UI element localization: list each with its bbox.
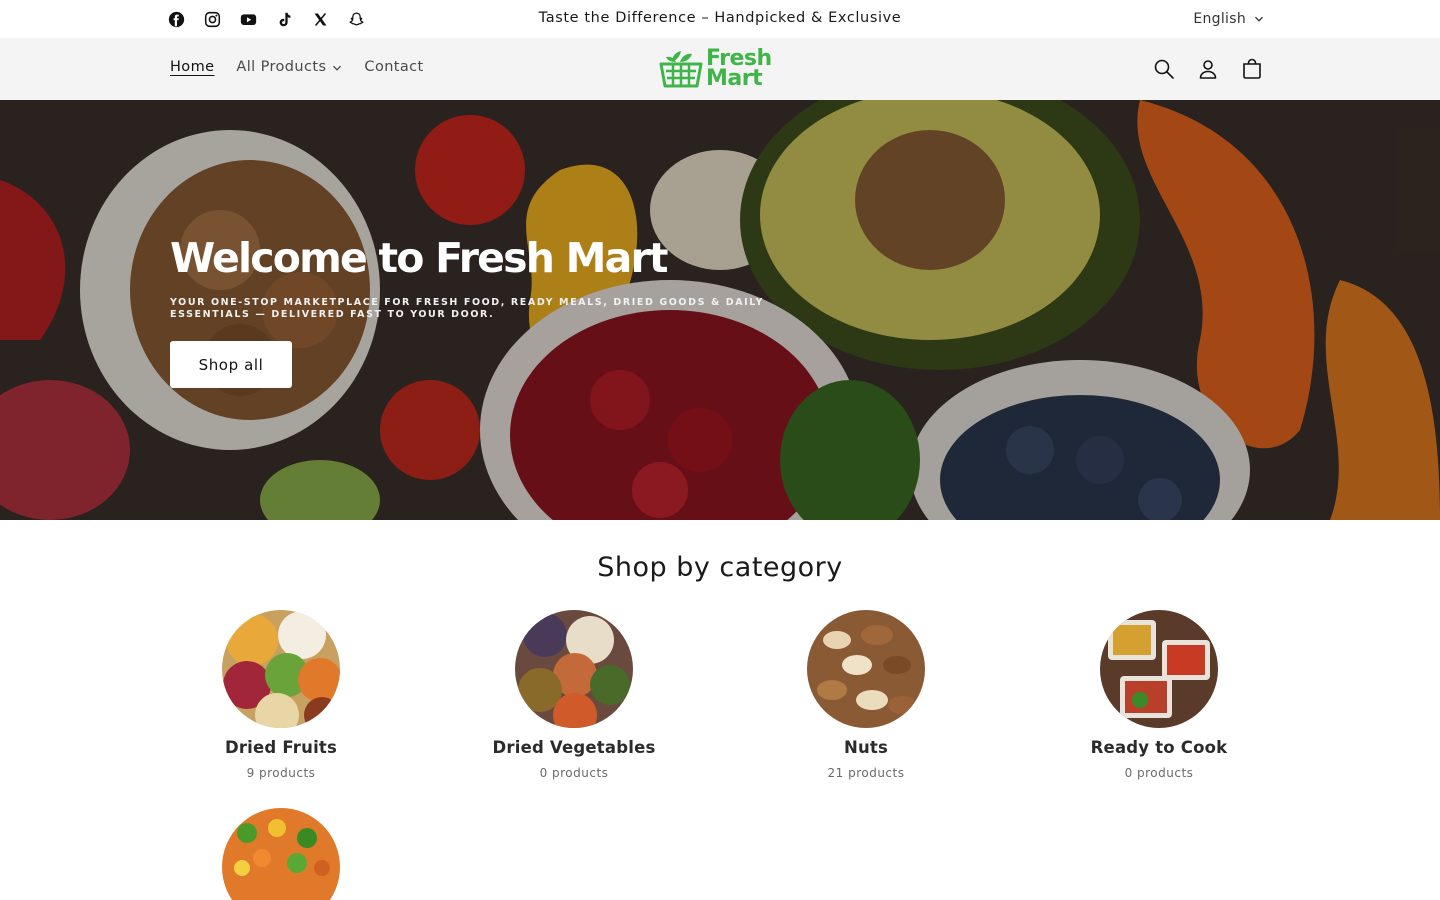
youtube-icon[interactable] bbox=[238, 9, 258, 29]
category-count: 0 products bbox=[1124, 766, 1194, 780]
category-name: Nuts bbox=[843, 738, 889, 757]
search-icon[interactable] bbox=[1152, 56, 1176, 82]
facebook-icon[interactable] bbox=[166, 9, 186, 29]
category-count: 21 products bbox=[827, 766, 905, 780]
language-label: English bbox=[1193, 11, 1246, 27]
tiktok-icon[interactable] bbox=[274, 9, 294, 29]
category-count: 9 products bbox=[246, 766, 316, 780]
chevron-down-icon bbox=[333, 65, 342, 71]
basket-logo-icon bbox=[659, 51, 703, 88]
hero-banner: Welcome to Fresh Mart Your one-stop mark… bbox=[0, 100, 1440, 520]
category-image bbox=[222, 610, 340, 728]
chevron-down-icon bbox=[1255, 16, 1263, 22]
logo-text: Fresh Mart bbox=[706, 48, 772, 91]
category-dried-vegetables[interactable]: Dried Vegetables 0 products bbox=[454, 610, 694, 780]
category-ready-to-cook[interactable]: Ready to Cook 0 products bbox=[1039, 610, 1279, 780]
hero-title: Welcome to Fresh Mart bbox=[170, 234, 669, 282]
site-header: Home All Products Contact Fresh Mart bbox=[0, 38, 1440, 100]
category-name: Dried Fruits bbox=[224, 738, 338, 757]
logo-line2: Mart bbox=[706, 66, 763, 91]
category-image bbox=[1100, 610, 1218, 728]
category-mixed-vegetables[interactable] bbox=[161, 808, 401, 900]
category-dried-fruits[interactable]: Dried Fruits 9 products bbox=[161, 610, 401, 780]
account-icon[interactable] bbox=[1196, 56, 1220, 82]
main-nav: Home All Products Contact bbox=[170, 59, 446, 75]
snapchat-icon[interactable] bbox=[346, 9, 366, 29]
categories-heading: Shop by category bbox=[597, 552, 843, 583]
category-count: 0 products bbox=[539, 766, 609, 780]
cart-icon[interactable] bbox=[1240, 56, 1264, 82]
social-links bbox=[166, 9, 366, 29]
hero-subtitle: Your one-stop marketplace for fresh food… bbox=[170, 297, 764, 320]
announcement-bar: Taste the Difference – Handpicked & Excl… bbox=[0, 0, 1440, 38]
category-name: Dried Vegetables bbox=[492, 738, 656, 757]
instagram-icon[interactable] bbox=[202, 9, 222, 29]
language-selector[interactable]: English bbox=[1193, 11, 1264, 27]
nav-all-products[interactable]: All Products bbox=[236, 59, 342, 75]
announcement-text: Taste the Difference – Handpicked & Excl… bbox=[538, 10, 902, 26]
x-icon[interactable] bbox=[310, 9, 330, 29]
category-name: Ready to Cook bbox=[1090, 738, 1228, 757]
nav-home[interactable]: Home bbox=[170, 59, 214, 75]
category-nuts[interactable]: Nuts 21 products bbox=[746, 610, 986, 780]
category-image bbox=[515, 610, 633, 728]
shop-all-button[interactable]: Shop all bbox=[170, 341, 292, 388]
nav-contact[interactable]: Contact bbox=[364, 59, 423, 75]
category-image bbox=[222, 808, 340, 900]
nav-all-products-label: All Products bbox=[236, 59, 327, 75]
header-actions bbox=[1152, 56, 1264, 82]
fresh-mart-logo[interactable]: Fresh Mart bbox=[658, 46, 782, 92]
category-image bbox=[807, 610, 925, 728]
